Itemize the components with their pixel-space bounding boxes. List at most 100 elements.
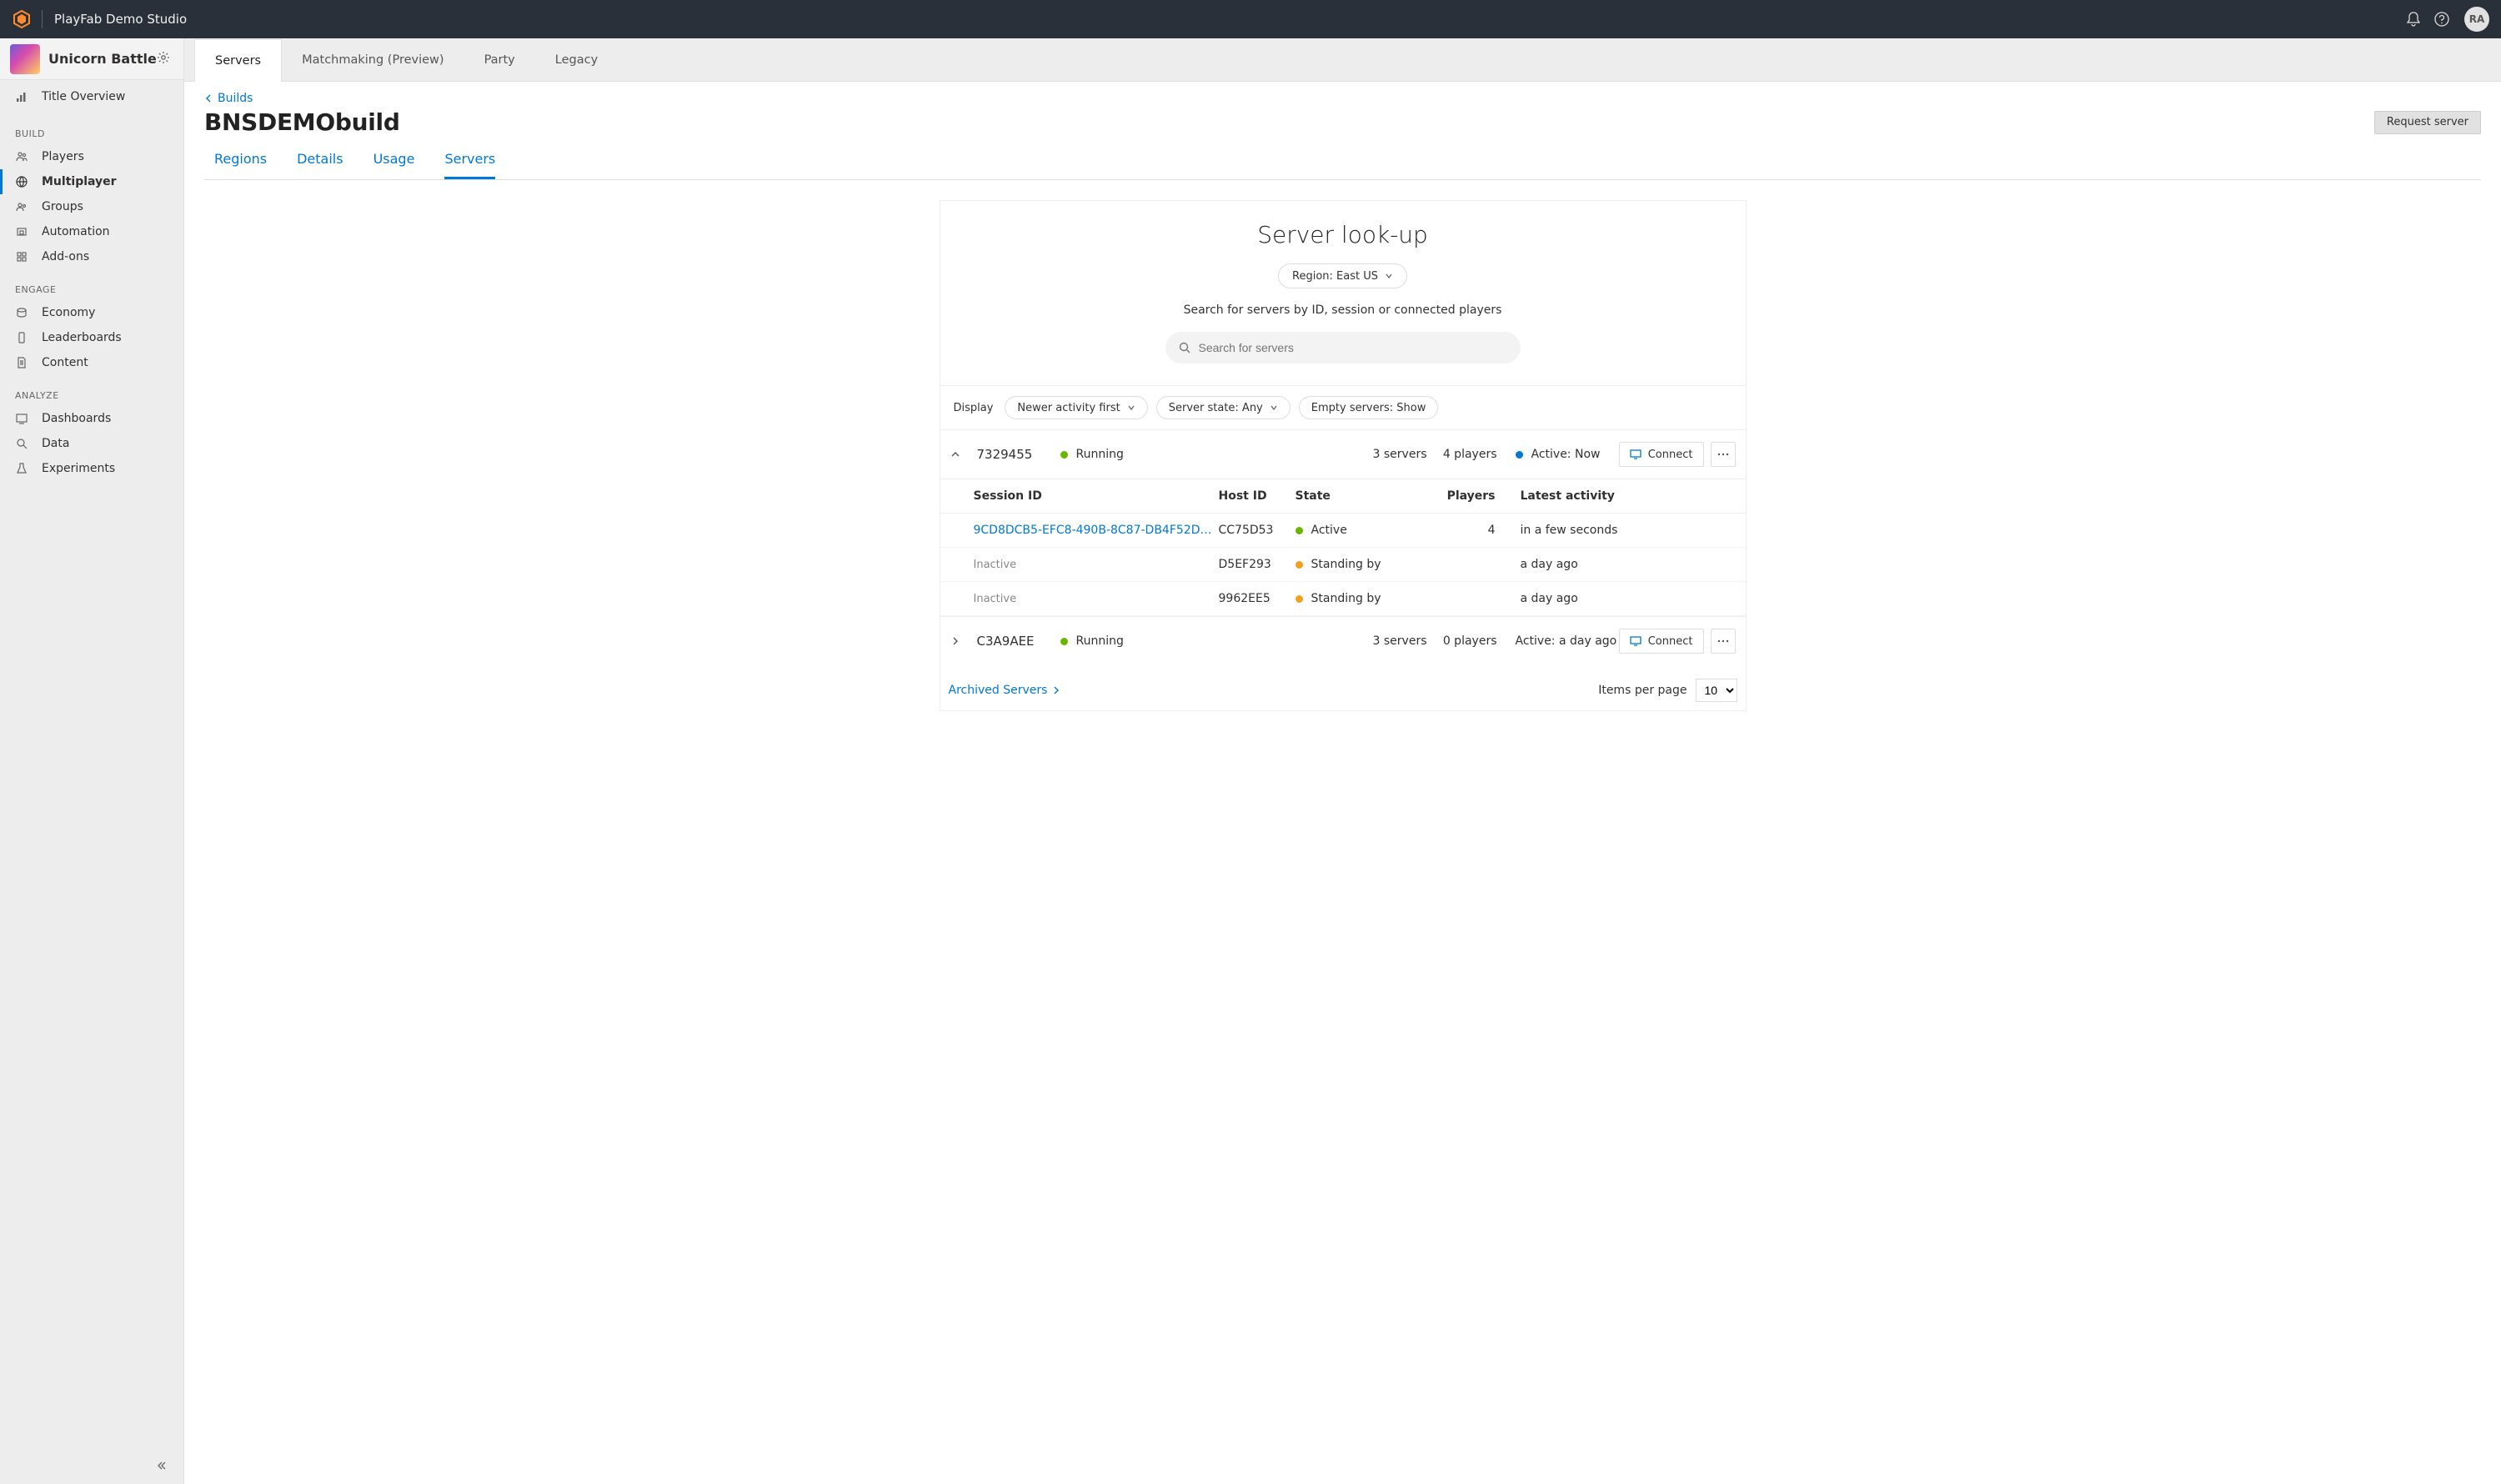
- sidebar-title-header: Unicorn Battle: [0, 38, 183, 80]
- connect-button[interactable]: Connect: [1619, 442, 1704, 467]
- region-selector[interactable]: Region: East US: [1278, 263, 1407, 288]
- collapse-sidebar-icon[interactable]: [152, 1456, 172, 1476]
- more-button[interactable]: [1711, 442, 1736, 467]
- session-link[interactable]: 9CD8DCB5-EFC8-490B-8C87-DB4F52DBF9...: [974, 524, 1219, 537]
- nav-label: Title Overview: [42, 90, 125, 103]
- breadcrumb-label: Builds: [218, 92, 253, 105]
- col-players: Players: [1434, 489, 1496, 503]
- addons-icon: [15, 250, 28, 263]
- archived-servers-link[interactable]: Archived Servers: [949, 684, 1061, 697]
- row-state: Standing by: [1311, 558, 1381, 571]
- avatar[interactable]: RA: [2464, 7, 2489, 32]
- nav-data[interactable]: Data: [0, 431, 183, 456]
- player-count: 0 players: [1427, 634, 1497, 648]
- nav-label: Leaderboards: [42, 331, 122, 344]
- nav-economy[interactable]: Economy: [0, 300, 183, 325]
- nav-dashboards[interactable]: Dashboards: [0, 406, 183, 431]
- filter-state[interactable]: Server state: Any: [1156, 396, 1291, 419]
- vm-state: Running: [1076, 448, 1124, 461]
- nav-label: Data: [42, 437, 69, 450]
- nav-title-overview[interactable]: Title Overview: [0, 80, 183, 113]
- help-icon[interactable]: [2428, 5, 2456, 33]
- breadcrumb[interactable]: Builds: [204, 92, 2481, 105]
- ellipsis-icon: [1717, 639, 1729, 643]
- filters: Display Newer activity first Server stat…: [940, 385, 1746, 429]
- server-count: 3 servers: [1361, 634, 1427, 648]
- filter-sort[interactable]: Newer activity first: [1005, 396, 1147, 419]
- monitor-icon: [1630, 636, 1641, 646]
- filter-empty[interactable]: Empty servers: Show: [1299, 396, 1439, 419]
- chevron-right-icon: [1052, 686, 1060, 694]
- page-title: BNSDEMObuild: [204, 108, 2374, 136]
- status-dot-icon: [1296, 527, 1303, 534]
- dashboards-icon: [15, 412, 28, 425]
- subtab-details[interactable]: Details: [297, 151, 343, 179]
- nav-label: Add-ons: [42, 250, 89, 263]
- tab-matchmaking[interactable]: Matchmaking (Preview): [282, 38, 464, 81]
- title-name: Unicorn Battle: [48, 51, 157, 67]
- host-id: 9962EE5: [1219, 592, 1296, 605]
- economy-icon: [15, 306, 28, 319]
- tab-party[interactable]: Party: [464, 38, 535, 81]
- content-icon: [15, 356, 28, 369]
- lookup-title: Server look-up: [940, 221, 1746, 248]
- vm-id: C3A9AEE: [977, 634, 1060, 649]
- tab-legacy[interactable]: Legacy: [535, 38, 618, 81]
- table-row: Inactive 9962EE5 Standing by a day ago: [940, 582, 1746, 616]
- nav-addons[interactable]: Add-ons: [0, 244, 183, 269]
- server-group-row: 7329455 Running 3 servers 4 players Acti…: [940, 429, 1746, 479]
- multiplayer-icon: [15, 175, 28, 188]
- studio-name: PlayFab Demo Studio: [54, 12, 187, 27]
- sidebar: Unicorn Battle Title Overview BUILD Play…: [0, 38, 184, 1484]
- col-host: Host ID: [1219, 489, 1296, 503]
- server-detail-table: Session ID Host ID State Players Latest …: [940, 479, 1746, 616]
- top-tabs: Servers Matchmaking (Preview) Party Lega…: [184, 38, 2501, 82]
- search-input[interactable]: [1199, 341, 1507, 354]
- nav-section-analyze: ANALYZE: [0, 375, 183, 406]
- col-latest: Latest activity: [1496, 489, 1736, 503]
- chevron-down-icon: [1270, 404, 1278, 412]
- nav-players[interactable]: Players: [0, 144, 183, 169]
- status-dot-icon: [1060, 638, 1068, 645]
- nav-groups[interactable]: Groups: [0, 194, 183, 219]
- nav-automation[interactable]: Automation: [0, 219, 183, 244]
- table-row: 9CD8DCB5-EFC8-490B-8C87-DB4F52DBF9... CC…: [940, 514, 1746, 548]
- expand-toggle[interactable]: [950, 449, 967, 459]
- chevron-up-icon: [950, 449, 960, 459]
- chevron-left-icon: [204, 94, 213, 103]
- nav-label: Players: [42, 150, 84, 163]
- experiments-icon: [15, 462, 28, 475]
- subtab-usage[interactable]: Usage: [373, 151, 415, 179]
- active-label: Active: Now: [1531, 448, 1601, 461]
- overview-icon: [15, 90, 28, 103]
- player-count: 4 players: [1427, 448, 1497, 461]
- notifications-icon[interactable]: [2399, 5, 2428, 33]
- nav-leaderboards[interactable]: Leaderboards: [0, 325, 183, 350]
- nav-content[interactable]: Content: [0, 350, 183, 375]
- region-label: Region: East US: [1292, 270, 1378, 283]
- nav-multiplayer[interactable]: Multiplayer: [0, 169, 183, 194]
- nav-label: Economy: [42, 306, 95, 319]
- nav-experiments[interactable]: Experiments: [0, 456, 183, 481]
- expand-toggle[interactable]: [950, 636, 967, 646]
- gear-icon[interactable]: [157, 51, 173, 68]
- chevron-right-icon: [950, 636, 960, 646]
- items-per-page-select[interactable]: 10: [1696, 679, 1737, 702]
- leaderboards-icon: [15, 331, 28, 344]
- request-server-button[interactable]: Request server: [2374, 111, 2481, 134]
- row-state: Standing by: [1311, 592, 1381, 605]
- session-inactive: Inactive: [974, 593, 1219, 605]
- subtab-servers[interactable]: Servers: [444, 151, 495, 179]
- subtabs: Regions Details Usage Servers: [204, 136, 2481, 180]
- subtab-regions[interactable]: Regions: [214, 151, 267, 179]
- status-dot-icon: [1296, 561, 1303, 569]
- server-lookup-panel: Server look-up Region: East US Search fo…: [940, 200, 1747, 711]
- tab-servers[interactable]: Servers: [194, 39, 282, 82]
- more-button[interactable]: [1711, 629, 1736, 654]
- connect-button[interactable]: Connect: [1619, 629, 1704, 654]
- search-icon: [1179, 342, 1190, 353]
- table-header: Session ID Host ID State Players Latest …: [940, 479, 1746, 514]
- ellipsis-icon: [1717, 453, 1729, 456]
- nav-section-build: BUILD: [0, 113, 183, 144]
- chevron-down-icon: [1127, 404, 1135, 412]
